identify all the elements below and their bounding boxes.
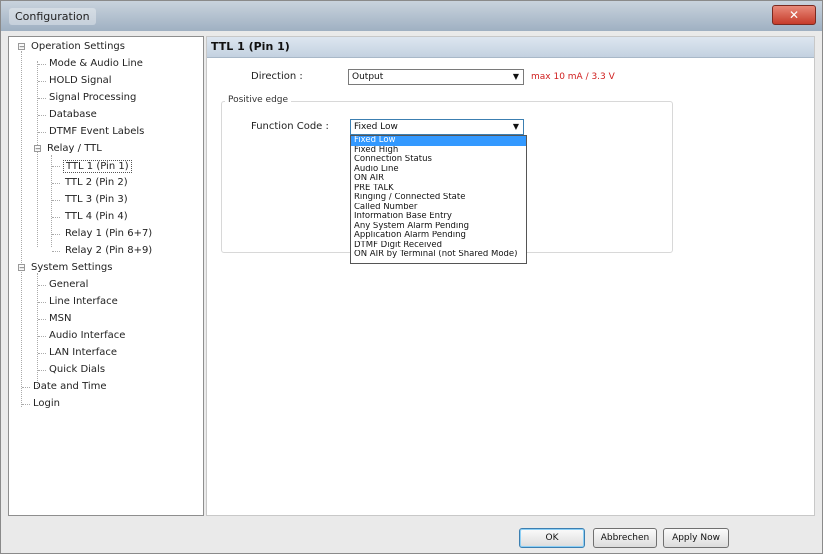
tree-item-hold-signal[interactable]: HOLD Signal xyxy=(49,75,112,86)
dropdown-option-called-number[interactable]: Called Number xyxy=(351,203,526,213)
tree-item-audio-interface[interactable]: Audio Interface xyxy=(49,330,125,341)
function-code-dropdown-list: Fixed Low Fixed High Connection Status A… xyxy=(350,135,527,264)
tree-connector xyxy=(52,200,60,201)
direction-select[interactable]: Output ▼ xyxy=(348,69,524,85)
tree-item-database[interactable]: Database xyxy=(49,109,97,120)
dropdown-option-pre-talk[interactable]: PRE TALK xyxy=(351,184,526,194)
tree-connector xyxy=(52,234,60,235)
tree-connector xyxy=(37,61,38,247)
tree-item-msn[interactable]: MSN xyxy=(49,313,71,324)
tree-connector xyxy=(38,302,46,303)
tree-item-ttl3[interactable]: TTL 3 (Pin 3) xyxy=(65,194,128,205)
dropdown-option-on-air[interactable]: ON AIR xyxy=(351,174,526,184)
dropdown-option-audio-line[interactable]: Audio Line xyxy=(351,165,526,175)
tree-connector xyxy=(37,273,38,389)
tree-connector xyxy=(38,370,46,371)
tree-connector xyxy=(52,217,60,218)
tree-connector xyxy=(38,98,46,99)
direction-label: Direction : xyxy=(251,71,303,82)
tree-item-quick-dials[interactable]: Quick Dials xyxy=(49,364,105,375)
dropdown-option-connection-status[interactable]: Connection Status xyxy=(351,155,526,165)
tree-connector xyxy=(38,81,46,82)
tree-item-general[interactable]: General xyxy=(49,279,88,290)
collapse-icon[interactable]: − xyxy=(18,264,25,272)
tree-item-line-interface[interactable]: Line Interface xyxy=(49,296,118,307)
tree-connector xyxy=(52,166,60,167)
tree-connector xyxy=(38,132,46,133)
dropdown-option-ringing-connected[interactable]: Ringing / Connected State xyxy=(351,193,526,203)
ok-button[interactable]: OK xyxy=(519,528,585,548)
dropdown-option-on-air-by-terminal[interactable]: ON AIR by Terminal (not Shared Mode) xyxy=(351,250,526,260)
chevron-down-icon: ▼ xyxy=(512,72,519,81)
tree-connector xyxy=(38,285,46,286)
cancel-button[interactable]: Abbrechen xyxy=(593,528,657,548)
settings-tree: − Operation Settings Mode & Audio Line H… xyxy=(8,36,204,516)
max-current-note: max 10 mA / 3.3 V xyxy=(531,72,615,82)
window-title: Configuration xyxy=(9,8,96,25)
apply-now-button[interactable]: Apply Now xyxy=(663,528,729,548)
tree-item-relay-ttl[interactable]: Relay / TTL xyxy=(47,143,102,154)
collapse-icon[interactable]: − xyxy=(34,145,41,153)
direction-value: Output xyxy=(352,72,384,82)
panel-title: TTL 1 (Pin 1) xyxy=(211,40,290,53)
tree-item-relay2[interactable]: Relay 2 (Pin 8+9) xyxy=(65,245,152,256)
tree-connector xyxy=(21,51,22,407)
tree-connector xyxy=(22,387,30,388)
tree-item-mode-audio-line[interactable]: Mode & Audio Line xyxy=(49,58,143,69)
tree-item-date-and-time[interactable]: Date and Time xyxy=(33,381,107,392)
tree-item-signal-processing[interactable]: Signal Processing xyxy=(49,92,136,103)
dropdown-option-any-system-alarm[interactable]: Any System Alarm Pending xyxy=(351,222,526,232)
function-code-label: Function Code : xyxy=(251,121,329,132)
collapse-icon[interactable]: − xyxy=(18,43,25,51)
settings-panel: TTL 1 (Pin 1) Direction : Output ▼ max 1… xyxy=(206,36,815,516)
title-bar[interactable]: Configuration ✕ xyxy=(1,1,822,31)
tree-connector xyxy=(38,115,46,116)
tree-item-system-settings[interactable]: System Settings xyxy=(31,262,112,273)
tree-connector xyxy=(38,319,46,320)
tree-item-dtmf-event-labels[interactable]: DTMF Event Labels xyxy=(49,126,144,137)
dropdown-option-application-alarm[interactable]: Application Alarm Pending xyxy=(351,231,526,241)
tree-connector xyxy=(52,251,60,252)
positive-edge-legend: Positive edge xyxy=(225,95,292,105)
dropdown-option-dtmf-digit[interactable]: DTMF Digit Received xyxy=(351,241,526,251)
tree-connector xyxy=(22,404,30,405)
tree-item-lan-interface[interactable]: LAN Interface xyxy=(49,347,117,358)
tree-item-operation-settings[interactable]: Operation Settings xyxy=(31,41,125,52)
dropdown-option-fixed-low[interactable]: Fixed Low xyxy=(351,136,526,146)
chevron-down-icon: ▼ xyxy=(512,122,519,131)
function-code-value: Fixed Low xyxy=(354,122,398,132)
tree-item-ttl2[interactable]: TTL 2 (Pin 2) xyxy=(65,177,128,188)
close-button[interactable]: ✕ xyxy=(772,5,816,25)
tree-connector xyxy=(38,336,46,337)
tree-item-relay1[interactable]: Relay 1 (Pin 6+7) xyxy=(65,228,152,239)
function-code-select[interactable]: Fixed Low ▼ xyxy=(350,119,524,135)
tree-item-ttl1-selected[interactable]: TTL 1 (Pin 1) xyxy=(63,160,132,173)
tree-item-ttl4[interactable]: TTL 4 (Pin 4) xyxy=(65,211,128,222)
tree-connector xyxy=(38,64,46,65)
tree-connector xyxy=(38,353,46,354)
panel-header: TTL 1 (Pin 1) xyxy=(207,37,814,58)
dropdown-option-information-base-entry[interactable]: Information Base Entry xyxy=(351,212,526,222)
tree-item-login[interactable]: Login xyxy=(33,398,60,409)
tree-connector xyxy=(52,183,60,184)
dropdown-option-fixed-high[interactable]: Fixed High xyxy=(351,146,526,156)
